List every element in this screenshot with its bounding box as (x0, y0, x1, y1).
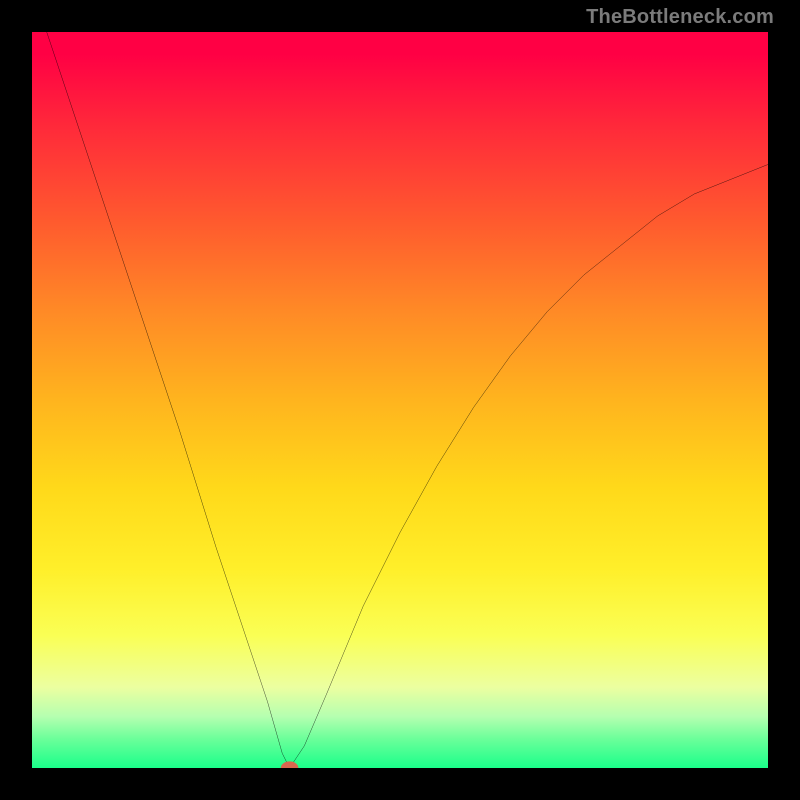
plot-area (32, 32, 768, 768)
minimum-marker (281, 761, 299, 768)
curve-layer (32, 32, 768, 768)
chart-frame: TheBottleneck.com (0, 0, 800, 800)
watermark-text: TheBottleneck.com (586, 6, 774, 29)
bottleneck-curve (47, 32, 768, 768)
